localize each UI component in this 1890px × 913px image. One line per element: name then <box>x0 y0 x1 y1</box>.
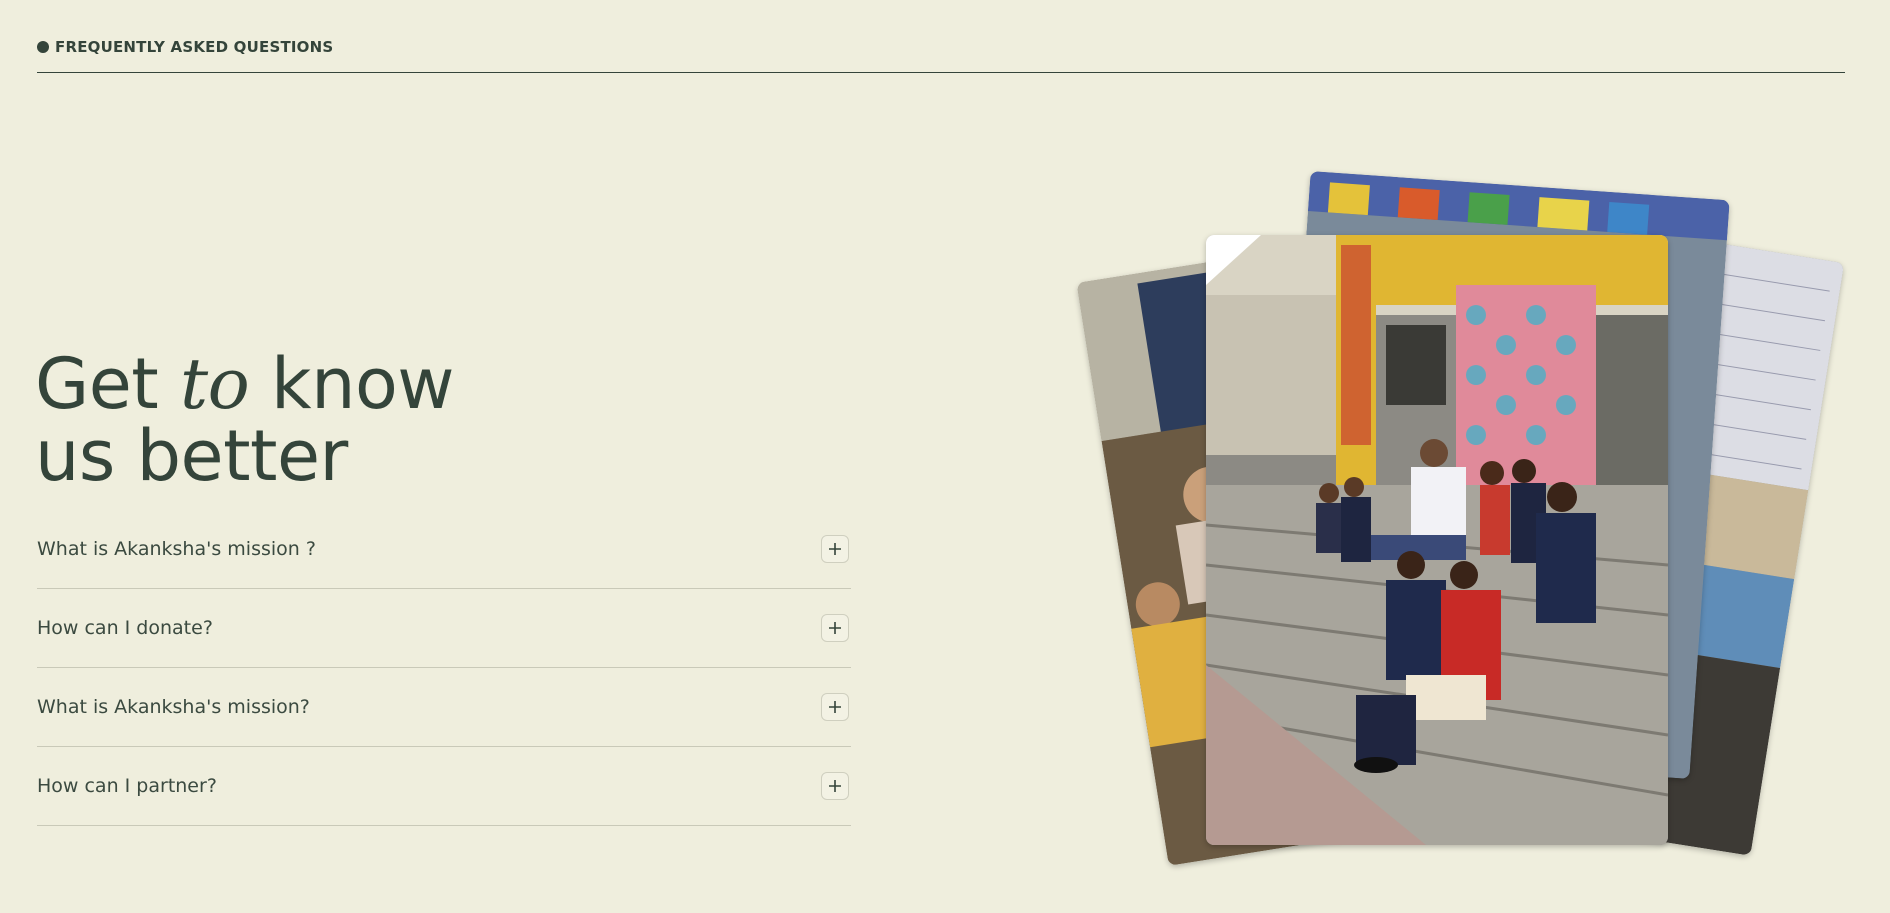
faq-question: What is Akanksha's mission? <box>37 696 310 718</box>
faq-item[interactable]: What is Akanksha's mission ? <box>37 510 851 589</box>
expand-button[interactable] <box>821 535 849 563</box>
expand-button[interactable] <box>821 693 849 721</box>
title-italic-word: to <box>180 343 250 425</box>
header-divider <box>37 72 1845 73</box>
title-part-2: know <box>249 343 455 425</box>
title-line-1: Get to know <box>35 348 455 420</box>
bullet-dot-icon <box>37 41 49 53</box>
faq-question: How can I donate? <box>37 617 213 639</box>
expand-button[interactable] <box>821 614 849 642</box>
plus-icon <box>829 780 841 792</box>
title-line-2: us better <box>35 415 348 497</box>
page-title: Get to know us better <box>35 348 455 497</box>
faq-question: How can I partner? <box>37 775 217 797</box>
section-label: FREQUENTLY ASKED QUESTIONS <box>55 38 334 56</box>
photo-stack <box>1060 171 1845 905</box>
plus-icon <box>829 622 841 634</box>
plus-icon <box>829 701 841 713</box>
expand-button[interactable] <box>821 772 849 800</box>
faq-item[interactable]: What is Akanksha's mission? <box>37 668 851 747</box>
faq-item[interactable]: How can I partner? <box>37 747 851 826</box>
plus-icon <box>829 543 841 555</box>
front-students-on-steps-photo <box>1206 235 1668 845</box>
title-part-1: Get <box>35 343 181 425</box>
faq-question: What is Akanksha's mission ? <box>37 538 316 560</box>
faq-item[interactable]: How can I donate? <box>37 589 851 668</box>
faq-list: What is Akanksha's mission ? How can I d… <box>37 510 851 826</box>
section-header: FREQUENTLY ASKED QUESTIONS <box>37 38 333 56</box>
